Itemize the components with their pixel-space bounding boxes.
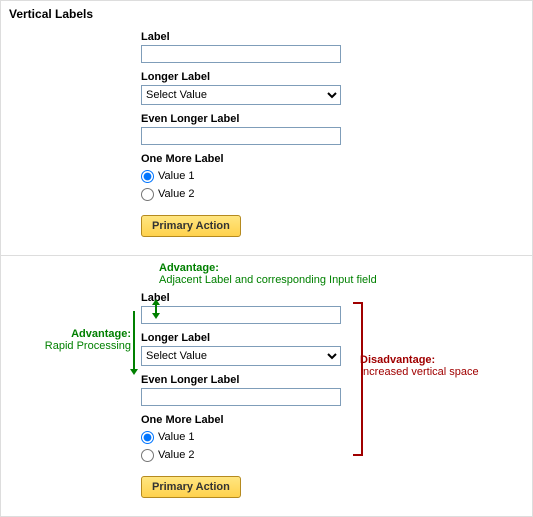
form-area-2: Label Longer Label Select Value Even Lon…	[141, 292, 351, 498]
annotation-disadvantage-text: Increased vertical space	[360, 366, 479, 378]
annotation-disadvantage-title: Disadvantage:	[360, 354, 435, 366]
section-title: Vertical Labels	[1, 1, 532, 31]
outer-container: Vertical Labels Label Longer Label Selec…	[0, 0, 533, 517]
bracket-disadvantage-icon	[353, 302, 363, 456]
input2-3[interactable]	[141, 388, 341, 406]
input-1[interactable]	[141, 45, 341, 63]
input-3[interactable]	[141, 127, 341, 145]
radio-2[interactable]	[141, 188, 154, 201]
label2-2: Longer Label	[141, 332, 351, 344]
panel2-inner: Advantage: Adjacent Label and correspond…	[1, 256, 532, 498]
primary-action-button-2[interactable]: Primary Action	[141, 476, 241, 498]
radio2-row-2: Value 2	[141, 446, 351, 464]
radio2-1[interactable]	[141, 431, 154, 444]
form-row-2: Longer Label Select Value	[141, 71, 351, 105]
arrow-rapid-icon	[133, 311, 135, 371]
annotation-advantage-top-text: Adjacent Label and corresponding Input f…	[159, 274, 377, 286]
annotation-advantage-left: Advantage: Rapid Processing	[15, 328, 131, 352]
form-row-3: Even Longer Label	[141, 113, 351, 145]
form2-row-2: Longer Label Select Value	[141, 332, 351, 366]
radio2-label-2: Value 2	[158, 449, 195, 461]
label2-1: Label	[141, 292, 351, 304]
radio-label-1: Value 1	[158, 170, 195, 182]
annotation-advantage-top-title: Advantage:	[159, 262, 219, 274]
input2-1[interactable]	[141, 306, 341, 324]
form-area: Label Longer Label Select Value Even Lon…	[141, 31, 351, 237]
radio-label-2: Value 2	[158, 188, 195, 200]
label-2: Longer Label	[141, 71, 351, 83]
select-1[interactable]: Select Value	[141, 85, 341, 105]
label-4: One More Label	[141, 153, 351, 165]
radio2-2[interactable]	[141, 449, 154, 462]
select2-1[interactable]: Select Value	[141, 346, 341, 366]
label-3: Even Longer Label	[141, 113, 351, 125]
arrow-adjacent-icon	[155, 303, 157, 315]
panel-plain: Vertical Labels Label Longer Label Selec…	[1, 1, 532, 256]
annotation-advantage-top: Advantage: Adjacent Label and correspond…	[159, 262, 377, 286]
label2-3: Even Longer Label	[141, 374, 351, 386]
annotation-disadvantage: Disadvantage: Increased vertical space	[360, 354, 520, 378]
radio2-label-1: Value 1	[158, 431, 195, 443]
form2-row-3: Even Longer Label	[141, 374, 351, 406]
radio2-row-1: Value 1	[141, 428, 351, 446]
primary-action-button[interactable]: Primary Action	[141, 215, 241, 237]
annotation-advantage-left-title: Advantage:	[71, 328, 131, 340]
radio-1[interactable]	[141, 170, 154, 183]
radio-row-1: Value 1	[141, 167, 351, 185]
form2-row-4: One More Label Value 1 Value 2	[141, 414, 351, 464]
panel-annotated: Advantage: Adjacent Label and correspond…	[1, 256, 532, 516]
label2-4: One More Label	[141, 414, 351, 426]
annotation-advantage-left-text: Rapid Processing	[45, 340, 131, 352]
form-row-1: Label	[141, 31, 351, 63]
form-row-4: One More Label Value 1 Value 2	[141, 153, 351, 203]
label-1: Label	[141, 31, 351, 43]
radio-row-2: Value 2	[141, 185, 351, 203]
form2-row-1: Label	[141, 292, 351, 324]
